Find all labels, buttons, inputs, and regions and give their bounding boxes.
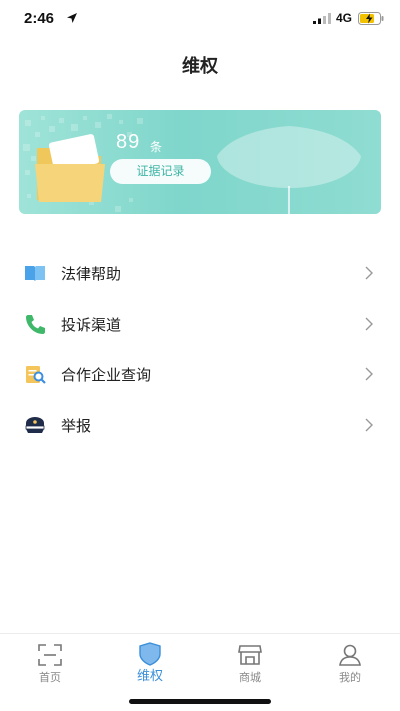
menu-item-partner-lookup[interactable]: 合作企业查询 bbox=[0, 348, 400, 399]
police-cap-icon bbox=[25, 416, 45, 433]
tab-mine[interactable]: 我的 bbox=[300, 634, 400, 694]
tab-label: 维权 bbox=[136, 669, 163, 684]
chevron-right-icon bbox=[365, 317, 373, 330]
chevron-right-icon bbox=[365, 418, 373, 431]
menu-item-report[interactable]: 举报 bbox=[0, 399, 400, 450]
menu-item-legal-help[interactable]: 法律帮助 bbox=[0, 247, 400, 298]
menu-item-label: 法律帮助 bbox=[61, 265, 122, 283]
location-arrow-icon bbox=[67, 13, 77, 23]
scan-frame-icon bbox=[38, 644, 62, 666]
ginkgo-leaf-icon bbox=[217, 126, 361, 214]
chevron-right-icon bbox=[365, 266, 373, 280]
network-label: 4G bbox=[336, 11, 353, 25]
page-title: 维权 bbox=[182, 56, 218, 77]
tab-label: 商城 bbox=[239, 671, 261, 684]
book-icon bbox=[25, 266, 45, 281]
status-bar: 2:46 4G bbox=[0, 0, 400, 40]
phone-icon bbox=[26, 314, 45, 334]
tab-rights[interactable]: 维权 bbox=[100, 634, 200, 694]
signal-icon bbox=[313, 13, 331, 24]
tab-label: 我的 bbox=[339, 671, 361, 684]
user-icon bbox=[339, 644, 361, 666]
menu-item-complaint-channels[interactable]: 投诉渠道 bbox=[0, 298, 400, 349]
store-icon bbox=[238, 645, 262, 665]
tab-label: 首页 bbox=[39, 671, 61, 684]
status-time: 2:46 bbox=[24, 10, 55, 27]
evidence-records-button[interactable]: 证据记录 bbox=[110, 159, 211, 184]
menu-item-label: 举报 bbox=[61, 416, 92, 435]
evidence-banner[interactable]: 89 条 证据记录 bbox=[19, 110, 381, 214]
evidence-count: 89 bbox=[116, 131, 141, 153]
tab-home[interactable]: 首页 bbox=[0, 634, 100, 694]
evidence-count-unit: 条 bbox=[150, 140, 163, 154]
document-search-icon bbox=[26, 366, 46, 384]
folder-icon bbox=[35, 134, 105, 202]
rights-menu: 法律帮助 投诉渠道 合作企业查询 举报 bbox=[0, 247, 400, 449]
menu-item-label: 投诉渠道 bbox=[61, 315, 122, 334]
home-indicator bbox=[129, 699, 271, 704]
menu-item-label: 合作企业查询 bbox=[61, 366, 152, 384]
battery-charging-icon bbox=[358, 12, 384, 25]
shield-icon bbox=[139, 642, 161, 666]
chevron-right-icon bbox=[365, 367, 373, 381]
tab-mall[interactable]: 商城 bbox=[200, 634, 300, 694]
